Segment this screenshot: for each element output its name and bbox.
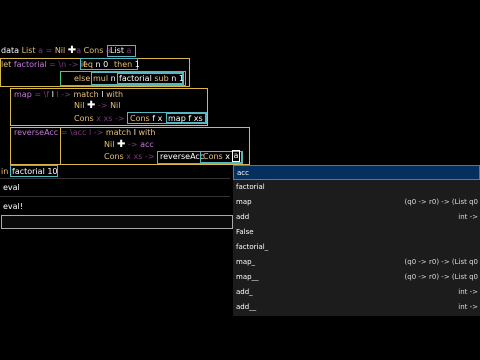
autocomplete-item[interactable]: map__ (q0 -> r0) -> (List q0: [233, 270, 480, 285]
autocomplete-type: (q0 -> r0) -> (List q0: [404, 198, 478, 206]
autocomplete-item[interactable]: acc: [233, 165, 480, 180]
autocomplete-item[interactable]: map_ (q0 -> r0) -> (List q0: [233, 255, 480, 270]
autocomplete-label: factorial: [236, 183, 265, 191]
code-line-7: reverseAcc = \acc l -> match l with: [14, 128, 156, 137]
autocomplete-label: map: [236, 198, 252, 206]
binding-name[interactable]: factorial: [14, 60, 47, 69]
constructor-cons[interactable]: Cons: [84, 46, 104, 55]
keyword-else: else: [74, 74, 91, 83]
autocomplete-label: add: [236, 213, 250, 221]
autocomplete-label: add__: [236, 303, 257, 311]
text-cursor-icon: I: [51, 90, 54, 99]
plus-icon[interactable]: ✚: [117, 139, 125, 150]
autocomplete-type: int ->: [458, 288, 478, 296]
autocomplete-type: (q0 -> r0) -> (List q0: [404, 273, 478, 281]
autocomplete-label: False: [236, 228, 254, 236]
autocomplete-item[interactable]: map (q0 -> r0) -> (List q0: [233, 195, 480, 210]
repl-output-1: eval: [3, 183, 20, 192]
autocomplete-item[interactable]: factorial_: [233, 240, 480, 255]
constructor-nil[interactable]: Nil: [55, 46, 65, 55]
code-line-1: data List a = Nil ✚a Cons a: [1, 45, 111, 56]
autocomplete-type: int ->: [458, 303, 478, 311]
autocomplete-label: factorial_: [236, 243, 269, 251]
code-line-3: else: [74, 74, 90, 84]
autocomplete-item[interactable]: add_ int ->: [233, 285, 480, 300]
divider: [0, 196, 230, 197]
autocomplete-type: int ->: [458, 213, 478, 221]
autocomplete-label: acc: [237, 169, 249, 177]
repl-output-2: eval!: [3, 202, 23, 211]
code-line-8: Nil ✚ -> acc: [104, 139, 154, 150]
autocomplete-item[interactable]: False: [233, 225, 480, 240]
code-line-6: Cons x xs ->: [74, 114, 125, 123]
code-line-4: map = \f I l -> match l with: [14, 90, 124, 99]
autocomplete-type: (q0 -> r0) -> (List q0: [404, 258, 478, 266]
keyword-let: let: [1, 60, 12, 69]
autocomplete-label: map__: [236, 273, 259, 281]
editing-hole[interactable]: a: [232, 150, 240, 162]
autocomplete-item[interactable]: factorial: [233, 180, 480, 195]
code-line-9: Cons x xs ->: [104, 152, 155, 161]
keyword-then: then: [114, 60, 133, 69]
autocomplete-label: map_: [236, 258, 256, 266]
divider: [0, 178, 230, 179]
reverseacc-name[interactable]: reverseAcc: [14, 128, 58, 137]
autocomplete-label: add_: [236, 288, 253, 296]
plus-icon[interactable]: ✚: [87, 100, 95, 111]
keyword-match: match: [73, 90, 99, 99]
map-name[interactable]: map: [14, 90, 32, 99]
code-line-2: let factorial = \n -> if: [1, 60, 86, 69]
keyword-in: in: [1, 167, 9, 176]
autocomplete-popup[interactable]: acc factorial map (q0 -> r0) -> (List q0 add…: [233, 165, 480, 316]
keyword-with: with: [106, 90, 124, 99]
autocomplete-item[interactable]: add int ->: [233, 210, 480, 225]
code-line-5: Nil ✚ -> Nil: [74, 100, 121, 111]
keyword-data: data: [1, 46, 20, 55]
autocomplete-item[interactable]: add__ int ->: [233, 300, 480, 315]
code-line-10: in: [1, 167, 8, 177]
plus-icon[interactable]: ✚: [68, 45, 76, 56]
type-name[interactable]: List: [22, 46, 36, 55]
repl-input[interactable]: [1, 215, 233, 229]
